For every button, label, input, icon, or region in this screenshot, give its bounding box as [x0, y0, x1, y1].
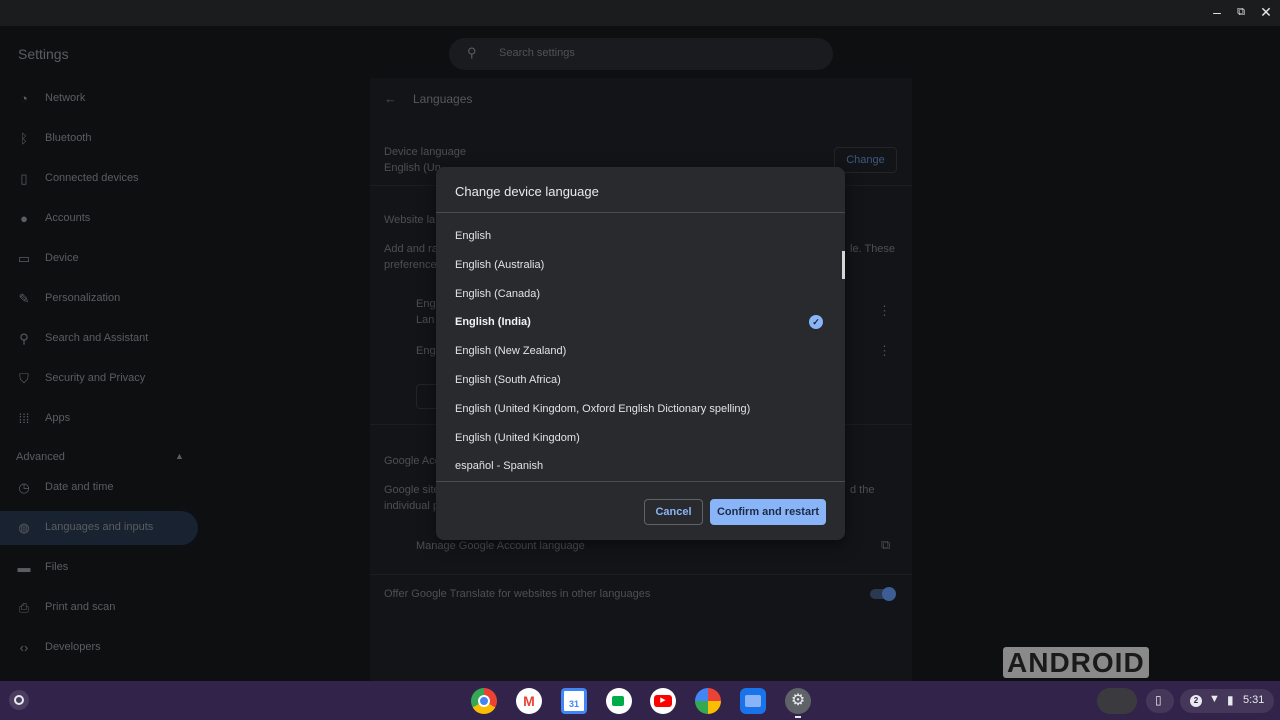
title-bar: – ⧉ ✕ — [0, 0, 1280, 26]
battery-icon: ▮ — [1227, 693, 1234, 707]
search-icon: ⚲ — [19, 331, 29, 346]
device-language-value: English (Un — [384, 162, 441, 174]
person-icon: ● — [20, 211, 28, 226]
cancel-button[interactable]: Cancel — [644, 499, 703, 525]
manage-google-account-language-link[interactable]: Manage Google Account language — [416, 540, 585, 552]
description-text: individual p — [384, 500, 440, 512]
launcher-icon — [14, 695, 24, 705]
minimize-button[interactable]: – — [1207, 4, 1227, 20]
printer-icon: ⎙ — [18, 600, 30, 615]
divider — [436, 212, 845, 213]
laptop-icon: ▭ — [17, 251, 31, 266]
translate-toggle[interactable] — [870, 587, 896, 601]
language-item: Engl — [416, 345, 439, 357]
sidebar-item-developers[interactable]: ‹› Developers — [0, 631, 198, 665]
more-options-icon[interactable]: ⋮ — [878, 303, 891, 319]
language-option[interactable]: English (New Zealand) — [436, 337, 845, 366]
change-device-language-dialog: Change device language (function(){ cons… — [436, 167, 845, 540]
globe-icon: ◍ — [18, 520, 30, 535]
launcher-button[interactable] — [9, 690, 29, 710]
language-option[interactable]: English (United Kingdom, Oxford English … — [436, 395, 845, 424]
language-option[interactable]: English (India) ✓ — [436, 308, 845, 337]
clock-time: 5:31 — [1243, 694, 1265, 706]
language-option[interactable]: English (United Kingdom) — [436, 424, 845, 453]
dialog-title: Change device language — [455, 184, 599, 199]
status-tray[interactable]: 2 ▼ ▮ 5:31 — [1180, 689, 1274, 713]
sidebar-item-device[interactable]: ▭ Device — [0, 242, 198, 276]
translate-setting-label: Offer Google Translate for websites in o… — [384, 588, 651, 600]
grid-icon: ⁞⁞⁞ — [18, 411, 30, 426]
shield-icon: ⛉ — [19, 371, 29, 386]
wifi-icon: ▼ — [1209, 693, 1220, 705]
external-link-icon[interactable]: ⧉ — [881, 537, 890, 553]
files-app-icon[interactable] — [740, 688, 766, 714]
sidebar-item-security-and-privacy[interactable]: ⛉ Security and Privacy — [0, 362, 198, 396]
more-options-icon[interactable]: ⋮ — [878, 343, 891, 359]
description-text: le. These — [850, 243, 896, 255]
device-language-label: Device language — [384, 146, 466, 158]
chrome-app-icon[interactable] — [471, 688, 497, 714]
sidebar-item-bluetooth[interactable]: ᛒ Bluetooth — [0, 122, 198, 156]
sidebar-item-network[interactable]: ◔ Network — [0, 82, 198, 116]
language-option[interactable]: English (Canada) — [436, 280, 845, 309]
notification-count-badge: 2 — [1190, 695, 1202, 707]
sidebar-item-accounts[interactable]: ● Accounts — [0, 202, 198, 236]
toggle-knob — [882, 587, 896, 601]
brush-icon: ✎ — [18, 291, 30, 306]
youtube-app-icon[interactable]: ▶ — [650, 688, 676, 714]
calendar-app-icon[interactable]: 31 — [561, 688, 587, 714]
website-languages-heading: Website la — [384, 214, 436, 226]
close-button[interactable]: ✕ — [1256, 4, 1276, 21]
language-item-sub: Lan — [416, 314, 435, 326]
divider — [436, 481, 845, 482]
description-text: preference — [384, 259, 437, 271]
divider — [370, 574, 912, 575]
language-option[interactable]: English (South Africa) — [436, 366, 845, 395]
sidebar-item-languages-and-inputs[interactable]: ◍ Languages and inputs — [0, 511, 198, 545]
language-option[interactable]: English — [436, 222, 845, 251]
search-icon: ⚲ — [467, 45, 477, 60]
language-option[interactable]: español - Spanish — [436, 452, 845, 481]
search-input[interactable]: ⚲ Search settings — [449, 38, 833, 70]
gmail-app-icon[interactable]: M — [516, 688, 542, 714]
advanced-section-toggle[interactable]: Advanced — [16, 451, 65, 463]
confirm-and-restart-button[interactable]: Confirm and restart — [710, 499, 826, 525]
description-text: d the — [850, 484, 875, 496]
settings-app-icon[interactable]: ⚙ — [785, 688, 811, 714]
sidebar-item-files[interactable]: ▬ Files — [0, 551, 198, 585]
description-text: Add and ra — [384, 243, 438, 255]
description-text: Google site — [384, 484, 440, 496]
sidebar-item-apps[interactable]: ⁞⁞⁞ Apps — [0, 402, 198, 436]
phone-hub-button[interactable]: ▯ — [1146, 689, 1174, 713]
back-arrow-icon[interactable]: ← — [384, 91, 397, 106]
wifi-icon: ◔ — [20, 91, 28, 106]
sidebar-item-date-and-time[interactable]: ◷ Date and time — [0, 471, 198, 505]
restore-button[interactable]: ⧉ — [1231, 6, 1251, 19]
page-title: Languages — [413, 92, 473, 106]
code-icon: ‹› — [19, 640, 29, 655]
clock-icon: ◷ — [18, 480, 30, 495]
sidebar-item-search-and-assistant[interactable]: ⚲ Search and Assistant — [0, 322, 198, 356]
scrollbar[interactable] — [842, 251, 845, 279]
chevron-up-icon[interactable]: ▲ — [175, 451, 184, 461]
change-language-button[interactable]: Change — [834, 147, 897, 173]
sidebar-item-print-and-scan[interactable]: ⎙ Print and scan — [0, 591, 198, 625]
bluetooth-icon: ᛒ — [20, 131, 28, 146]
sidebar-item-connected-devices[interactable]: ▯ Connected devices — [0, 162, 198, 196]
meet-app-icon[interactable] — [606, 688, 632, 714]
sidebar-item-personalization[interactable]: ✎ Personalization — [0, 282, 198, 316]
app-title: Settings — [18, 46, 69, 62]
check-circle-icon: ✓ — [809, 315, 823, 330]
phone-icon: ▯ — [20, 171, 28, 186]
folder-icon: ▬ — [17, 560, 31, 575]
language-item: Engl — [416, 298, 439, 310]
active-app-indicator — [795, 716, 801, 718]
photos-app-icon[interactable] — [695, 688, 721, 714]
search-placeholder: Search settings — [499, 47, 575, 59]
google-account-heading: Google Acc — [384, 455, 441, 467]
phone-icon: ▯ — [1155, 693, 1162, 707]
language-option[interactable]: English (Australia) — [436, 251, 845, 280]
shelf — [0, 681, 1280, 720]
holding-space-tray[interactable] — [1097, 688, 1137, 714]
